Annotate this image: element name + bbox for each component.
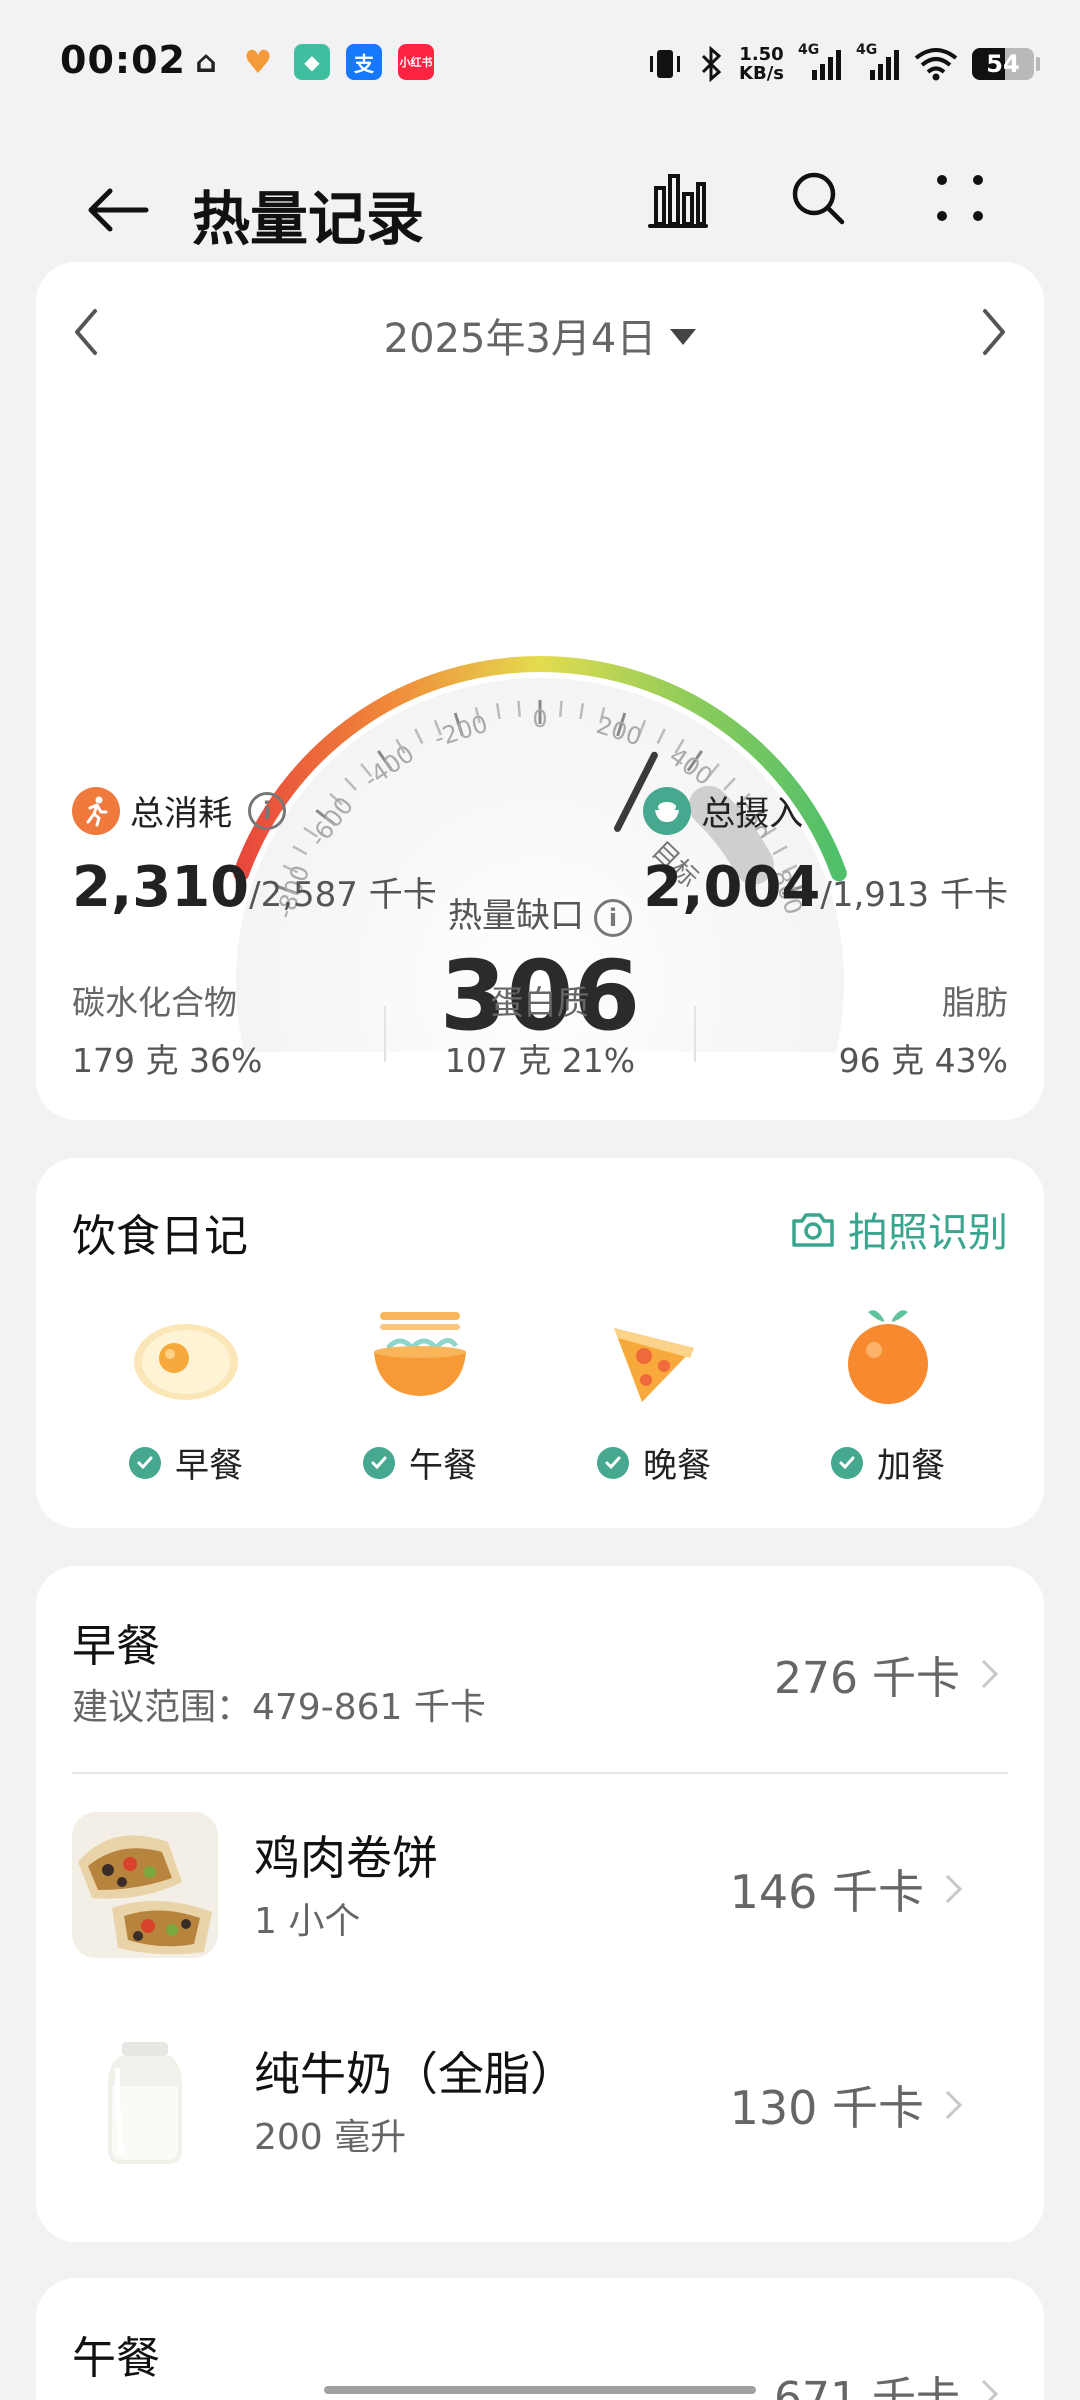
meal-dinner[interactable]: 晚餐 [554,1298,754,1487]
calorie-summary-card: 2025年3月4日 -800 -600 -400 -200 0 200 400 … [36,262,1044,1286]
bluetooth-icon [701,46,722,82]
orange-icon [828,1298,948,1418]
food-qty: 1 小个 [254,1901,361,1942]
date-dropdown[interactable]: 2025年3月4日 [36,306,1044,364]
signal-1-icon: 4G [798,42,842,82]
arrow-left-icon [88,188,149,232]
burned-value: 2,310/2,587 千卡 [72,855,437,920]
check-icon [597,1446,629,1479]
divider [72,1772,1008,1774]
egg-icon [126,1298,246,1418]
food-name: 鸡肉卷饼 [254,1831,438,1885]
gauge-tick [517,700,521,717]
total-burned[interactable]: 总消耗 i 2,310/2,587 千卡 [72,786,437,920]
running-icon [72,786,120,835]
app-header: 热量记录 [0,150,1080,260]
lunch-title: 午餐 [72,2333,160,2384]
wifi-icon [914,48,958,81]
burned-label: 总消耗 [130,794,232,834]
net-speed: 1.50 KB/s [739,44,784,84]
chevron-right-icon [933,1874,963,1904]
next-date-button[interactable] [954,292,1034,372]
check-icon [129,1446,161,1479]
breakfast-card: 早餐 建议范围：479-861 千卡 276 千卡 鸡肉卷饼 1 小个 146 … [36,1566,1044,2242]
macro-fat: 脂肪 96 克 43% [838,983,1008,1080]
food-kcal: 130 千卡 [730,2072,963,2138]
signal-2-icon: 4G [856,42,900,82]
shield-app-icon: ◆ [294,44,330,80]
date-selector: 2025年3月4日 [36,292,1044,372]
breakfast-title: 早餐 [72,1621,160,1672]
info-icon[interactable]: i [594,898,632,937]
total-intake[interactable]: 总摄入 2,004/1,913 千卡 [643,786,1008,920]
chevron-right-icon [969,2379,999,2400]
status-bar: 00:02 ⌂ ♥ ◆ 支 小红书 1.50 KB/s 4G 4G 54 [0,0,1080,130]
xiaohongshu-icon: 小红书 [398,44,434,80]
home-indicator[interactable] [324,2386,756,2394]
search-button[interactable] [778,158,858,238]
back-button[interactable] [78,170,158,250]
alipay-icon: 支 [346,44,382,80]
more-dots-icon [937,175,983,221]
battery-icon: 54 [972,48,1034,80]
check-icon [831,1446,863,1479]
lunch-card: 午餐 671 千卡 [36,2278,1044,2400]
heart-app-icon: ♥ [243,43,273,81]
intake-value: 2,004/1,913 千卡 [643,855,1008,920]
pizza-icon [594,1298,714,1418]
search-icon [792,172,845,225]
chicken-wrap-image [72,1812,218,1958]
macro-divider [384,1006,386,1062]
food-item[interactable]: 鸡肉卷饼 1 小个 146 千卡 [36,1812,1044,1962]
food-qty: 200 毫升 [254,2117,407,2158]
meal-lunch[interactable]: 午餐 [320,1298,520,1487]
food-diary-card: 饮食日记 拍照识别 早餐 午餐 晚餐 加餐 [36,1158,1044,1528]
meal-snack[interactable]: 加餐 [788,1298,988,1487]
photo-recognize-button[interactable]: 拍照识别 [790,1200,1008,1258]
bilibili-icon: ⌂ [195,44,217,80]
chevron-right-icon [983,309,1005,355]
more-button[interactable] [920,158,1000,238]
lunch-kcal[interactable]: 671 千卡 [774,2362,999,2400]
food-kcal: 146 千卡 [730,1856,963,1922]
noodle-bowl-icon [360,1298,480,1418]
intake-label: 总摄入 [701,794,804,834]
deficit-gauge: -800 -600 -400 -200 0 200 400 600 800 目标 热量缺口 i 3… [36,392,1044,1286]
meal-breakfast[interactable]: 早餐 [86,1298,286,1487]
breakfast-range: 建议范围：479-861 千卡 [72,1687,486,1728]
page-title: 热量记录 [192,185,425,253]
food-name: 纯牛奶（全脂） [254,2047,576,2101]
stats-button[interactable] [638,158,718,238]
macro-protein: 蛋白质 107 克 21% [444,983,636,1080]
bar-chart-icon [648,174,708,228]
diary-title: 饮食日记 [72,1211,248,1262]
burned-info-icon[interactable]: i [248,791,286,830]
chevron-right-icon [969,1659,999,1689]
camera-icon [792,1213,834,1247]
caret-down-icon [670,329,697,345]
macro-divider [694,1006,696,1062]
macro-carbs: 碳水化合物 179 克 36% [72,983,263,1080]
date-text: 2025年3月4日 [383,316,657,362]
bowl-icon [643,786,692,835]
chevron-right-icon [933,2090,963,2120]
macro-row: 碳水化合物 179 克 36% 蛋白质 107 克 21% 脂肪 96 克 43… [72,976,1008,1080]
status-time: 00:02 [60,38,186,82]
breakfast-kcal[interactable]: 276 千卡 [774,1642,999,1706]
check-icon [363,1446,395,1479]
milk-bottle-image [72,2028,218,2174]
gauge-tick [559,700,563,717]
gauge-tick-label: 0 [532,705,547,733]
vibrate-icon [650,50,681,78]
food-item[interactable]: 纯牛奶（全脂） 200 毫升 130 千卡 [36,2028,1044,2178]
